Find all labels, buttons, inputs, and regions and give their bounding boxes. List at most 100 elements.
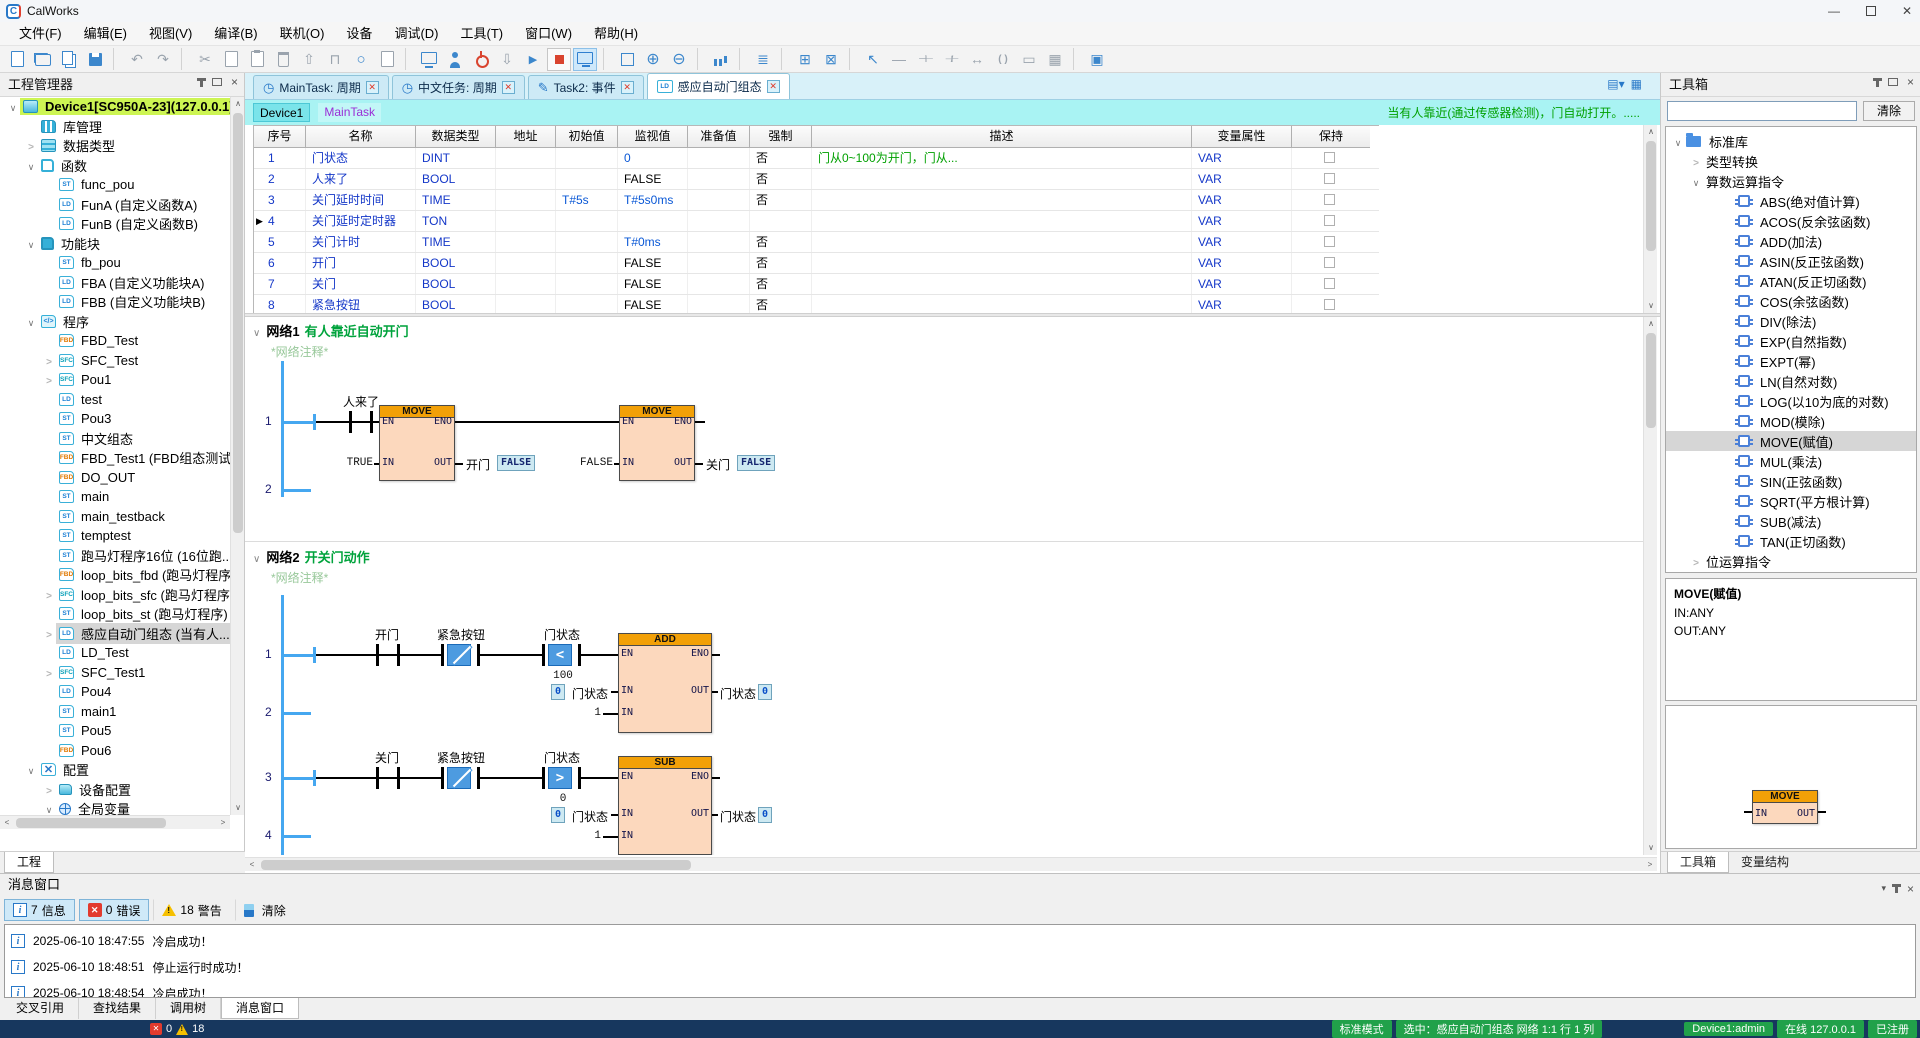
toolbar-button-icon[interactable] <box>375 48 399 71</box>
toolbar-button-icon[interactable] <box>1073 48 1080 70</box>
tree-item[interactable]: loop_bits_st (跑马灯程序) <box>0 604 230 624</box>
tab-list-icon[interactable]: ▤▾ <box>1607 77 1624 91</box>
toolbox-item[interactable]: SIN(正弦函数) <box>1666 471 1916 491</box>
toolbox-item[interactable]: 位运算指令 <box>1666 551 1916 571</box>
breadcrumb-task[interactable]: MainTask <box>318 103 381 122</box>
tree-item[interactable]: Device1[SC950A-23](127.0.0.1) <box>0 97 230 117</box>
toolbar-button-icon[interactable] <box>819 48 843 71</box>
tree-item[interactable]: Pou1 <box>0 370 230 390</box>
table-vertical-scrollbar[interactable]: ∧ ∨ <box>1643 125 1657 313</box>
message-filter-button[interactable]: 清除 <box>235 899 295 921</box>
close-icon[interactable]: × <box>1907 77 1914 87</box>
tree-item[interactable]: 数据类型 <box>0 136 230 156</box>
tree-item[interactable]: FBD_Test1 (FBD组态测试) <box>0 448 230 468</box>
toolbox-item[interactable]: DIV(除法) <box>1666 311 1916 331</box>
toolbar-button-icon[interactable] <box>887 48 911 71</box>
tree-item[interactable]: SFC_Test <box>0 351 230 371</box>
tree-item[interactable]: Pou6 <box>0 741 230 761</box>
toolbox-search-input[interactable] <box>1667 101 1857 121</box>
tab-layout-icon[interactable]: ▦ <box>1631 77 1642 91</box>
maximize-button[interactable] <box>1866 6 1876 16</box>
toolbox-item[interactable]: COS(余弦函数) <box>1666 291 1916 311</box>
nc-contact[interactable] <box>441 767 480 791</box>
toolbox-item[interactable]: ATAN(反正切函数) <box>1666 271 1916 291</box>
tree-item[interactable]: Pou3 <box>0 409 230 429</box>
toolbar-button-icon[interactable] <box>697 48 704 70</box>
toolbar-button-icon[interactable] <box>349 48 373 71</box>
column-header[interactable]: 变量属性 <box>1192 126 1292 148</box>
toolbar-button-icon[interactable] <box>793 48 817 71</box>
toolbar-button-icon[interactable] <box>1017 48 1041 71</box>
tree-item[interactable]: FBB (自定义功能块B) <box>0 292 230 312</box>
tree-item[interactable]: Pou4 <box>0 682 230 702</box>
tree-item[interactable]: main1 <box>0 702 230 722</box>
chevron-icon[interactable] <box>42 587 56 602</box>
tree-item[interactable]: 程序 <box>0 312 230 332</box>
tree-item[interactable]: 中文组态 <box>0 429 230 449</box>
network-comment[interactable]: *网络注释* <box>271 569 328 586</box>
close-icon[interactable]: × <box>1907 884 1914 894</box>
message-row[interactable]: 2025-06-10 18:48:51 停止运行时成功！ <box>5 954 1915 980</box>
input-value[interactable]: FALSE <box>567 457 613 469</box>
toolbar-button-icon[interactable] <box>781 48 788 70</box>
toolbar-button-icon[interactable] <box>1043 48 1067 71</box>
toolbox-item[interactable]: ASIN(反正弦函数) <box>1666 251 1916 271</box>
menu-item[interactable]: 编辑(E) <box>73 22 138 46</box>
input-value[interactable]: 1 <box>585 707 601 719</box>
table-row[interactable]: 5 关门计时 TIME T#0ms 否 VAR <box>254 232 1379 253</box>
toolbar-button-icon[interactable] <box>443 48 467 71</box>
close-icon[interactable]: × <box>231 77 238 87</box>
float-icon[interactable] <box>212 78 222 86</box>
column-header[interactable]: 描述 <box>812 126 1192 148</box>
toolbar-button-icon[interactable] <box>31 48 55 71</box>
table-row[interactable]: 3 关门延时时间 TIME T#5s T#5s0ms 否 VAR <box>254 190 1379 211</box>
column-header[interactable]: 数据类型 <box>416 126 496 148</box>
input-value[interactable]: 1 <box>585 830 601 842</box>
table-row[interactable]: 8 紧急按钮 BOOL FALSE 否 VAR <box>254 295 1379 313</box>
toolbar-button-icon[interactable] <box>495 48 519 71</box>
menu-item[interactable]: 文件(F) <box>8 22 73 46</box>
toolbar-button-icon[interactable] <box>573 48 597 71</box>
pin-icon[interactable] <box>1895 884 1898 893</box>
chevron-icon[interactable] <box>24 762 38 777</box>
toolbar-button-icon[interactable] <box>615 48 639 71</box>
retain-checkbox[interactable] <box>1324 236 1335 247</box>
retain-checkbox[interactable] <box>1324 278 1335 289</box>
chevron-icon[interactable] <box>1688 154 1704 169</box>
nc-contact[interactable] <box>441 644 480 668</box>
toolbar-button-icon[interactable] <box>113 48 120 70</box>
toolbar-button-icon[interactable] <box>667 48 691 71</box>
toolbox-item[interactable]: ABS(绝对值计算) <box>1666 191 1916 211</box>
toolbar-button-icon[interactable] <box>323 48 347 71</box>
tree-item[interactable]: 跑马灯程序16位 (16位跑... <box>0 546 230 566</box>
tree-item[interactable]: func_pou <box>0 175 230 195</box>
bottom-tab[interactable]: 消息窗口 <box>221 998 299 1019</box>
message-filter-button[interactable]: 7 信息 <box>4 899 75 921</box>
retain-checkbox[interactable] <box>1324 194 1335 205</box>
table-row[interactable]: 2 人来了 BOOL FALSE 否 VAR <box>254 169 1379 190</box>
toolbar-button-icon[interactable] <box>849 48 856 70</box>
toolbar-button-icon[interactable] <box>151 48 175 71</box>
toolbar-button-icon[interactable] <box>603 48 610 70</box>
retain-checkbox[interactable] <box>1324 257 1335 268</box>
column-header[interactable]: 序号 <box>254 126 306 148</box>
tree-item[interactable]: FunA (自定义函数A) <box>0 195 230 215</box>
toolbar-button-icon[interactable] <box>939 48 963 71</box>
close-button[interactable]: ✕ <box>1902 4 1912 18</box>
tree-item[interactable]: main_testback <box>0 507 230 527</box>
pin-icon[interactable] <box>1876 78 1879 87</box>
tree-item[interactable]: loop_bits_fbd (跑马灯程序) <box>0 565 230 585</box>
toolbar-button-icon[interactable] <box>469 48 493 71</box>
menu-item[interactable]: 设备 <box>335 22 383 46</box>
column-header[interactable]: 保持 <box>1292 126 1370 148</box>
menu-item[interactable]: 编译(B) <box>203 22 268 46</box>
message-filter-button[interactable]: 0 错误 <box>79 899 150 921</box>
tree-item[interactable]: 感应自动门组态 (当有人... <box>0 624 230 644</box>
menu-item[interactable]: 帮助(H) <box>583 22 649 46</box>
right-panel-tab[interactable]: 变量结构 <box>1729 852 1801 873</box>
tree-item[interactable]: 配置 <box>0 760 230 780</box>
ladder-horizontal-scrollbar[interactable]: < > <box>245 857 1657 871</box>
toolbar-button-icon[interactable] <box>709 48 733 71</box>
toolbox-item[interactable]: ADD(加法) <box>1666 231 1916 251</box>
document-tab[interactable]: 感应自动门组态 <box>647 73 790 99</box>
